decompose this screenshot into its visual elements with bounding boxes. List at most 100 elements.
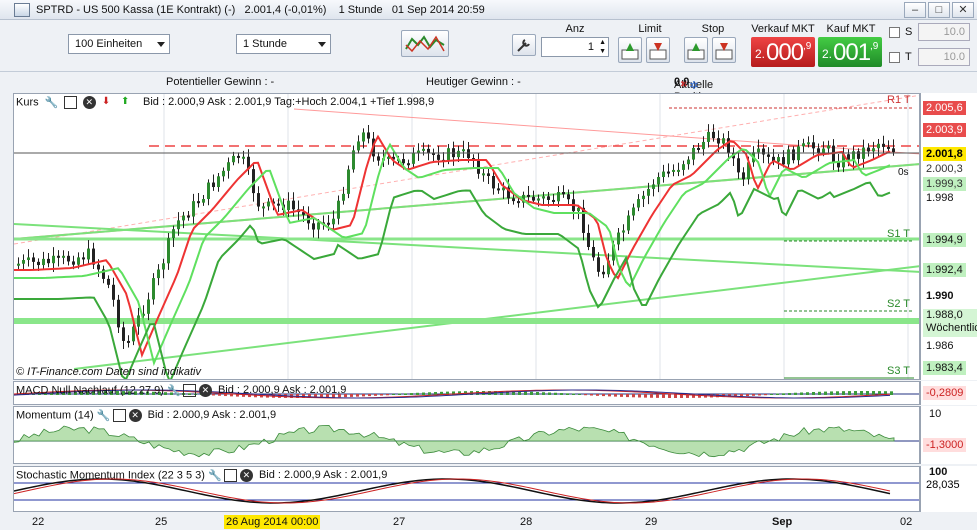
window-icon[interactable] xyxy=(182,384,196,397)
macd-bar xyxy=(404,393,407,395)
panel-title: Stochastic Momentum Index (22 3 5 3) xyxy=(16,469,205,482)
candle-body xyxy=(477,160,480,174)
candle-body xyxy=(327,222,330,225)
gear-icon[interactable]: ✲ xyxy=(689,79,698,92)
y-label: 10 xyxy=(929,408,942,420)
y-label: 1.986 xyxy=(926,340,954,352)
candle-body xyxy=(757,148,760,153)
candle-body xyxy=(22,260,25,264)
candle-body xyxy=(257,193,260,207)
close-icon[interactable]: ✕ xyxy=(239,469,253,482)
quantity-stepper[interactable]: 1 ▲ ▼ xyxy=(541,37,609,57)
y-label: 2.003,9 xyxy=(923,123,966,137)
macd-bar xyxy=(752,394,755,396)
buy-price-big: 001 xyxy=(833,39,871,66)
sell-arrow-icon[interactable]: ⬇ xyxy=(102,96,115,109)
minimize-button[interactable]: – xyxy=(904,2,926,18)
maximize-button[interactable]: □ xyxy=(928,2,950,18)
candle-body xyxy=(267,201,270,207)
t-checkbox[interactable] xyxy=(889,52,900,63)
position-infobar: Potentieller Gewinn : - Heutiger Gewinn … xyxy=(14,73,919,115)
macd-bar xyxy=(812,391,815,395)
wrench-icon[interactable]: 🔧 xyxy=(208,469,222,482)
chart-window-icon xyxy=(14,3,30,17)
candle-body xyxy=(577,207,580,212)
limit-sell-button[interactable] xyxy=(646,37,670,63)
candle-body xyxy=(107,278,110,285)
candle-body xyxy=(212,182,215,188)
candle-body xyxy=(147,299,150,314)
y-label: 1.990 xyxy=(926,290,954,302)
momentum-panel[interactable]: Momentum (14) 🔧 ✕ Bid : 2.000,9 Ask : 2.001… xyxy=(13,406,920,464)
candle-body xyxy=(362,132,365,142)
candle-body xyxy=(567,194,570,200)
candle-body xyxy=(682,164,685,170)
close-icon[interactable]: ✕ xyxy=(128,409,142,422)
s-value-field[interactable]: 10.0 xyxy=(918,23,970,41)
macd-bar xyxy=(836,391,839,395)
buy-market-button[interactable]: 2. 001 ,9 xyxy=(818,37,882,67)
candle-body xyxy=(417,150,420,153)
macd-bar xyxy=(830,391,833,395)
buy-arrow-icon[interactable]: ⬆ xyxy=(121,96,134,109)
close-button[interactable]: ✕ xyxy=(952,2,974,18)
close-icon[interactable]: ✕ xyxy=(198,384,212,397)
candle-body xyxy=(207,182,210,200)
candle-body xyxy=(622,230,625,233)
macd-bar xyxy=(356,394,359,397)
stop-buy-button[interactable] xyxy=(684,37,708,63)
chart-type-button[interactable] xyxy=(401,30,449,57)
y-label-current: 2.001,8 xyxy=(923,147,966,161)
window-icon[interactable] xyxy=(63,96,77,109)
wrench-icon[interactable]: 🔧 xyxy=(167,384,181,397)
stochastic-axis: 100 28,035 xyxy=(920,466,977,512)
candle-body xyxy=(697,147,700,150)
sell-price-prefix: 2. xyxy=(755,47,766,61)
price-chart[interactable] xyxy=(14,94,920,380)
candle-body xyxy=(762,148,765,155)
macd-bar xyxy=(644,394,647,398)
candle-body xyxy=(887,146,890,149)
y-label: 1.992,4 xyxy=(923,263,966,277)
macd-bar xyxy=(572,393,575,395)
interval-select[interactable]: 1 Stunde xyxy=(236,34,331,54)
candle-body xyxy=(402,159,405,164)
candle-body xyxy=(782,157,785,165)
candle-body xyxy=(227,162,230,171)
x-label: 28 xyxy=(520,516,533,528)
wrench-icon[interactable]: 🔧 xyxy=(97,409,111,422)
stochastic-panel[interactable]: Stochastic Momentum Index (22 3 5 3) 🔧 ✕ Bi… xyxy=(13,466,920,512)
price-chart-panel[interactable]: Kurs 🔧 ✕ ⬇ ⬆ Bid : 2.000,9 Ask : 2.001,9… xyxy=(13,93,920,380)
t-value-field[interactable]: 10.0 xyxy=(918,48,970,66)
macd-bar xyxy=(776,393,779,395)
candle-body xyxy=(877,143,880,149)
s-checkbox[interactable] xyxy=(889,27,900,38)
candle-body xyxy=(77,257,80,265)
candle-body xyxy=(157,269,160,279)
macd-panel[interactable]: MACD Null Nachlauf (12 27 9) 🔧 ✕ Bid : 2.00… xyxy=(13,381,920,405)
wrench-icon xyxy=(517,39,530,52)
wrench-button[interactable] xyxy=(512,34,536,56)
macd-bar xyxy=(758,394,761,396)
stepper-arrows-icon[interactable]: ▲ ▼ xyxy=(599,38,606,56)
candle-body xyxy=(767,154,770,157)
stop-sell-button[interactable] xyxy=(712,37,736,63)
macd-bar xyxy=(524,391,527,395)
y-label: 1.999,3 xyxy=(923,177,966,191)
window-icon[interactable] xyxy=(112,409,126,422)
candle-body xyxy=(742,172,745,180)
wrench-icon[interactable]: 🔧 xyxy=(45,96,59,109)
candle-body xyxy=(262,206,265,209)
candle-body xyxy=(67,255,70,262)
sell-market-button[interactable]: 2. 000 ,9 xyxy=(751,37,815,67)
close-icon[interactable]: ✕ xyxy=(82,96,96,109)
candle-body xyxy=(17,263,20,266)
limit-buy-button[interactable] xyxy=(618,37,642,63)
window-icon[interactable] xyxy=(223,469,237,482)
y-label: 100 xyxy=(929,466,948,478)
x-label-highlight: 26 Aug 2014 00:00 xyxy=(224,515,321,529)
price-axis: 2.005,6 2.003,9 2.001,8 2.000,3 1.999,3 … xyxy=(920,93,977,380)
candle-body xyxy=(112,284,115,300)
units-select[interactable]: 100 Einheiten xyxy=(68,34,170,54)
candle-body xyxy=(62,255,65,258)
